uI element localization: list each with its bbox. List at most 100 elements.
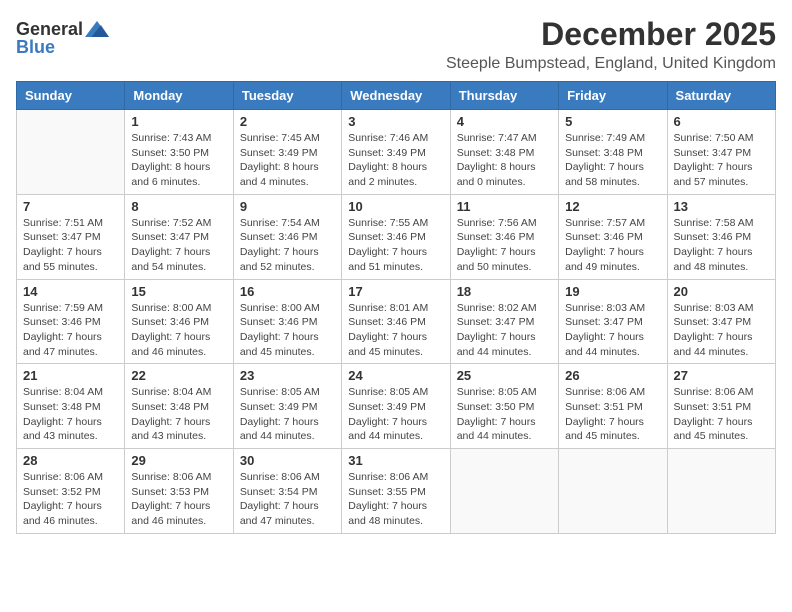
day-info: Sunrise: 8:04 AM Sunset: 3:48 PM Dayligh… xyxy=(23,385,118,444)
day-info: Sunrise: 8:05 AM Sunset: 3:50 PM Dayligh… xyxy=(457,385,552,444)
page-header: General Blue December 2025 Steeple Bumps… xyxy=(16,16,776,73)
day-number: 11 xyxy=(457,199,552,214)
calendar-cell: 6 Sunrise: 7:50 AM Sunset: 3:47 PM Daylig… xyxy=(667,110,775,195)
day-info: Sunrise: 7:58 AM Sunset: 3:46 PM Dayligh… xyxy=(674,216,769,275)
day-number: 6 xyxy=(674,114,769,129)
day-number: 15 xyxy=(131,284,226,299)
calendar-cell: 16 Sunrise: 8:00 AM Sunset: 3:46 PM Dayli… xyxy=(233,279,341,364)
day-number: 13 xyxy=(674,199,769,214)
calendar-week-row: 14Sunrise: 7:59 AM Sunset: 3:46 PM Dayli… xyxy=(17,279,776,364)
calendar-cell xyxy=(450,449,558,534)
calendar-cell: 30Sunrise: 8:06 AM Sunset: 3:54 PM Dayli… xyxy=(233,449,341,534)
day-number: 14 xyxy=(23,284,118,299)
calendar-cell: 20 Sunrise: 8:03 AM Sunset: 3:47 PM Dayli… xyxy=(667,279,775,364)
calendar-cell xyxy=(667,449,775,534)
calendar-cell: 8 Sunrise: 7:52 AM Sunset: 3:47 PM Daylig… xyxy=(125,194,233,279)
weekday-header-friday: Friday xyxy=(559,82,667,110)
day-info: Sunrise: 7:43 AM Sunset: 3:50 PM Dayligh… xyxy=(131,131,226,190)
calendar-cell: 17 Sunrise: 8:01 AM Sunset: 3:46 PM Dayli… xyxy=(342,279,450,364)
day-info: Sunrise: 8:04 AM Sunset: 3:48 PM Dayligh… xyxy=(131,385,226,444)
title-area: December 2025 Steeple Bumpstead, England… xyxy=(446,16,776,73)
day-number: 8 xyxy=(131,199,226,214)
day-info: Sunrise: 8:06 AM Sunset: 3:54 PM Dayligh… xyxy=(240,470,335,529)
calendar-cell: 18 Sunrise: 8:02 AM Sunset: 3:47 PM Dayli… xyxy=(450,279,558,364)
calendar-cell: 4 Sunrise: 7:47 AM Sunset: 3:48 PM Daylig… xyxy=(450,110,558,195)
calendar-cell: 22 Sunrise: 8:04 AM Sunset: 3:48 PM Dayli… xyxy=(125,364,233,449)
calendar-cell: 31Sunrise: 8:06 AM Sunset: 3:55 PM Dayli… xyxy=(342,449,450,534)
day-number: 20 xyxy=(674,284,769,299)
day-info: Sunrise: 7:50 AM Sunset: 3:47 PM Dayligh… xyxy=(674,131,769,190)
calendar-cell: 7Sunrise: 7:51 AM Sunset: 3:47 PM Daylig… xyxy=(17,194,125,279)
month-title: December 2025 xyxy=(446,16,776,53)
calendar-cell: 11 Sunrise: 7:56 AM Sunset: 3:46 PM Dayli… xyxy=(450,194,558,279)
day-number: 28 xyxy=(23,453,118,468)
calendar-cell: 23Sunrise: 8:05 AM Sunset: 3:49 PM Dayli… xyxy=(233,364,341,449)
calendar-cell: 21Sunrise: 8:04 AM Sunset: 3:48 PM Dayli… xyxy=(17,364,125,449)
day-info: Sunrise: 7:52 AM Sunset: 3:47 PM Dayligh… xyxy=(131,216,226,275)
day-info: Sunrise: 7:56 AM Sunset: 3:46 PM Dayligh… xyxy=(457,216,552,275)
day-number: 23 xyxy=(240,368,335,383)
day-info: Sunrise: 8:06 AM Sunset: 3:51 PM Dayligh… xyxy=(565,385,660,444)
day-info: Sunrise: 8:02 AM Sunset: 3:47 PM Dayligh… xyxy=(457,301,552,360)
day-info: Sunrise: 8:06 AM Sunset: 3:53 PM Dayligh… xyxy=(131,470,226,529)
weekday-header-saturday: Saturday xyxy=(667,82,775,110)
calendar-cell: 9 Sunrise: 7:54 AM Sunset: 3:46 PM Daylig… xyxy=(233,194,341,279)
day-number: 19 xyxy=(565,284,660,299)
calendar-cell: 27 Sunrise: 8:06 AM Sunset: 3:51 PM Dayli… xyxy=(667,364,775,449)
day-info: Sunrise: 8:06 AM Sunset: 3:51 PM Dayligh… xyxy=(674,385,769,444)
day-number: 7 xyxy=(23,199,118,214)
logo-general-text: General xyxy=(16,20,83,38)
day-number: 17 xyxy=(348,284,443,299)
weekday-header-wednesday: Wednesday xyxy=(342,82,450,110)
day-info: Sunrise: 8:03 AM Sunset: 3:47 PM Dayligh… xyxy=(565,301,660,360)
calendar-week-row: 21Sunrise: 8:04 AM Sunset: 3:48 PM Dayli… xyxy=(17,364,776,449)
day-info: Sunrise: 8:00 AM Sunset: 3:46 PM Dayligh… xyxy=(240,301,335,360)
day-number: 12 xyxy=(565,199,660,214)
day-info: Sunrise: 7:46 AM Sunset: 3:49 PM Dayligh… xyxy=(348,131,443,190)
calendar-cell: 15 Sunrise: 8:00 AM Sunset: 3:46 PM Dayli… xyxy=(125,279,233,364)
day-number: 24 xyxy=(348,368,443,383)
calendar-cell: 10Sunrise: 7:55 AM Sunset: 3:46 PM Dayli… xyxy=(342,194,450,279)
day-number: 27 xyxy=(674,368,769,383)
day-number: 10 xyxy=(348,199,443,214)
day-info: Sunrise: 8:06 AM Sunset: 3:55 PM Dayligh… xyxy=(348,470,443,529)
day-number: 3 xyxy=(348,114,443,129)
day-info: Sunrise: 8:06 AM Sunset: 3:52 PM Dayligh… xyxy=(23,470,118,529)
day-info: Sunrise: 8:03 AM Sunset: 3:47 PM Dayligh… xyxy=(674,301,769,360)
weekday-header-monday: Monday xyxy=(125,82,233,110)
calendar-cell: 28 Sunrise: 8:06 AM Sunset: 3:52 PM Dayli… xyxy=(17,449,125,534)
calendar-week-row: 1Sunrise: 7:43 AM Sunset: 3:50 PM Daylig… xyxy=(17,110,776,195)
day-info: Sunrise: 7:57 AM Sunset: 3:46 PM Dayligh… xyxy=(565,216,660,275)
logo-icon xyxy=(85,21,109,37)
calendar-header-row: SundayMondayTuesdayWednesdayThursdayFrid… xyxy=(17,82,776,110)
calendar-week-row: 28 Sunrise: 8:06 AM Sunset: 3:52 PM Dayli… xyxy=(17,449,776,534)
day-number: 26 xyxy=(565,368,660,383)
weekday-header-thursday: Thursday xyxy=(450,82,558,110)
calendar-cell: 2 Sunrise: 7:45 AM Sunset: 3:49 PM Daylig… xyxy=(233,110,341,195)
calendar-cell: 26 Sunrise: 8:06 AM Sunset: 3:51 PM Dayli… xyxy=(559,364,667,449)
calendar-cell: 24 Sunrise: 8:05 AM Sunset: 3:49 PM Dayli… xyxy=(342,364,450,449)
day-number: 9 xyxy=(240,199,335,214)
day-number: 29 xyxy=(131,453,226,468)
calendar-cell: 5Sunrise: 7:49 AM Sunset: 3:48 PM Daylig… xyxy=(559,110,667,195)
calendar-cell: 3 Sunrise: 7:46 AM Sunset: 3:49 PM Daylig… xyxy=(342,110,450,195)
day-number: 2 xyxy=(240,114,335,129)
calendar-cell: 25Sunrise: 8:05 AM Sunset: 3:50 PM Dayli… xyxy=(450,364,558,449)
day-info: Sunrise: 8:01 AM Sunset: 3:46 PM Dayligh… xyxy=(348,301,443,360)
day-number: 22 xyxy=(131,368,226,383)
day-info: Sunrise: 7:47 AM Sunset: 3:48 PM Dayligh… xyxy=(457,131,552,190)
day-number: 5 xyxy=(565,114,660,129)
weekday-header-tuesday: Tuesday xyxy=(233,82,341,110)
day-number: 16 xyxy=(240,284,335,299)
calendar-cell: 13 Sunrise: 7:58 AM Sunset: 3:46 PM Dayli… xyxy=(667,194,775,279)
logo: General Blue xyxy=(16,20,109,56)
day-number: 18 xyxy=(457,284,552,299)
day-number: 4 xyxy=(457,114,552,129)
day-info: Sunrise: 7:45 AM Sunset: 3:49 PM Dayligh… xyxy=(240,131,335,190)
day-info: Sunrise: 8:00 AM Sunset: 3:46 PM Dayligh… xyxy=(131,301,226,360)
calendar-cell xyxy=(17,110,125,195)
day-info: Sunrise: 8:05 AM Sunset: 3:49 PM Dayligh… xyxy=(348,385,443,444)
calendar-cell: 19 Sunrise: 8:03 AM Sunset: 3:47 PM Dayli… xyxy=(559,279,667,364)
day-info: Sunrise: 7:54 AM Sunset: 3:46 PM Dayligh… xyxy=(240,216,335,275)
location-title: Steeple Bumpstead, England, United Kingd… xyxy=(446,55,776,73)
